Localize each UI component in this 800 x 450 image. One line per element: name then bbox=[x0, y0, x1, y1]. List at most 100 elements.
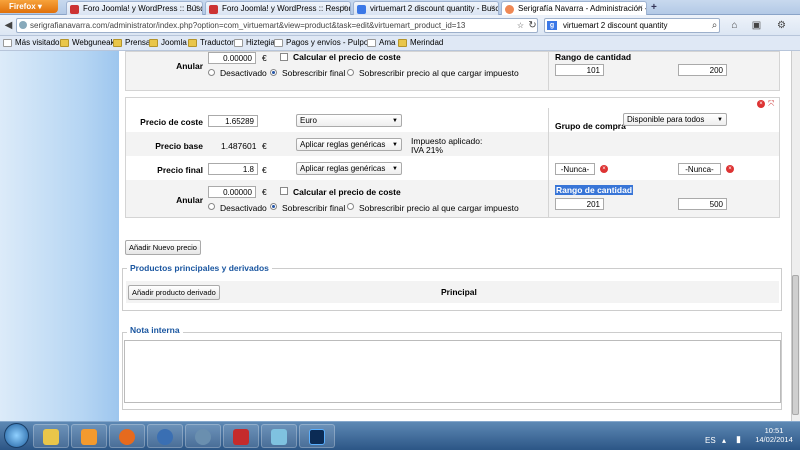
taskbar-photoshop[interactable] bbox=[299, 424, 335, 448]
start-button[interactable] bbox=[4, 423, 29, 448]
google-icon bbox=[357, 5, 366, 14]
chevron-down-icon: ▼ bbox=[392, 166, 398, 172]
buy-group-label: Grupo de compra bbox=[555, 121, 626, 131]
bookmark-webguneak[interactable]: Webguneak bbox=[60, 38, 115, 47]
override-label: Anular bbox=[176, 195, 203, 205]
home-icon[interactable]: ⌂ bbox=[728, 19, 741, 32]
network-icon[interactable]: ▮ bbox=[736, 434, 741, 445]
globe-icon bbox=[19, 21, 27, 29]
base-price-label: Precio base bbox=[155, 141, 203, 151]
close-icon[interactable]: × bbox=[342, 3, 347, 12]
tab-serigrafia-admin[interactable]: Serigrafía Navarra - Administración - ..… bbox=[501, 1, 647, 15]
calc-cost-checkbox[interactable] bbox=[280, 53, 288, 61]
language-indicator[interactable]: ES bbox=[705, 436, 716, 445]
radio-overwrite-tax-label: Sobrescribir precio al que cargar impues… bbox=[359, 203, 519, 213]
tray-up-icon[interactable]: ▴ bbox=[722, 436, 726, 445]
calc-cost-checkbox[interactable] bbox=[280, 187, 288, 195]
admin-left-panel bbox=[0, 51, 119, 421]
quantity-from-input[interactable]: 201 bbox=[555, 198, 604, 210]
quantity-to-input[interactable]: 200 bbox=[678, 64, 727, 76]
add-derived-product-button[interactable]: Añadir producto derivado bbox=[128, 285, 220, 300]
tab-google-search[interactable]: virtuemart 2 discount quantity - Busc...… bbox=[353, 1, 499, 15]
bookmark-joomla[interactable]: Joomla bbox=[149, 38, 187, 47]
bookmark-icon bbox=[3, 39, 12, 47]
page-icon bbox=[234, 39, 243, 47]
radio-disabled[interactable] bbox=[208, 69, 215, 76]
override-price-input[interactable]: 0.00000 bbox=[208, 186, 256, 198]
taskbar-thunderbird[interactable] bbox=[147, 424, 183, 448]
clock-date: 14/02/2014 bbox=[755, 435, 793, 444]
remove-price-icon[interactable]: × bbox=[757, 100, 765, 108]
date-from-input[interactable]: -Nunca- bbox=[555, 163, 595, 175]
folder-icon bbox=[113, 39, 122, 47]
bookmark-hiztegia[interactable]: Hiztegia bbox=[234, 38, 275, 47]
clock[interactable]: 10:51 14/02/2014 bbox=[754, 426, 794, 444]
reload-icon[interactable]: ↻ bbox=[526, 19, 539, 32]
search-icon[interactable]: ⌕ bbox=[708, 19, 721, 32]
final-price-input[interactable]: 1.8 bbox=[208, 163, 258, 175]
tab-foro-responder[interactable]: Foro Joomla! y WordPress :: Respond... × bbox=[205, 1, 351, 15]
add-price-button[interactable]: Añadir Nuevo precio bbox=[125, 240, 201, 255]
bookmarks-menu-icon[interactable]: ▣ bbox=[750, 19, 763, 32]
gear-icon[interactable]: ⚙ bbox=[775, 19, 788, 32]
cost-price-input[interactable]: 1.65289 bbox=[208, 115, 258, 127]
tax-applied-value: IVA 21% bbox=[411, 145, 443, 155]
folder-icon bbox=[43, 429, 59, 445]
bookmark-ama[interactable]: Ama bbox=[367, 38, 395, 47]
scrollbar-thumb[interactable] bbox=[792, 275, 799, 415]
taskbar-explorer[interactable] bbox=[33, 424, 69, 448]
radio-disabled[interactable] bbox=[208, 203, 215, 210]
bookmark-mas-visitados[interactable]: Más visitados bbox=[3, 38, 63, 47]
cost-price-label: Precio de coste bbox=[140, 117, 203, 127]
chevron-down-icon: ▼ bbox=[392, 142, 398, 148]
bookmark-pagos-envios[interactable]: Pagos y envíos - Pulpo... bbox=[274, 38, 375, 47]
rules-select-final[interactable]: Aplicar reglas genéricas ▼ bbox=[296, 162, 402, 175]
date-to-input[interactable]: -Nunca- bbox=[678, 163, 721, 175]
url-input[interactable]: serigrafianavarra.com/administrator/inde… bbox=[16, 18, 538, 33]
thunderbird-icon bbox=[157, 429, 173, 445]
bookmark-traductor[interactable]: Traductor bbox=[188, 38, 234, 47]
firefox-menu-button[interactable]: Firefox ▾ bbox=[0, 0, 58, 13]
tab-foro-busqueda[interactable]: Foro Joomla! y WordPress :: Búsqued... × bbox=[66, 1, 203, 15]
quantity-range-title: Rango de cantidad bbox=[555, 52, 632, 62]
taskbar-media-player[interactable] bbox=[71, 424, 107, 448]
taskbar-app-2[interactable] bbox=[261, 424, 297, 448]
radio-overwrite-final-label: Sobrescribir final bbox=[282, 203, 346, 213]
currency-symbol: € bbox=[262, 141, 267, 151]
taskbar-filezilla[interactable] bbox=[223, 424, 259, 448]
close-icon[interactable]: × bbox=[638, 3, 643, 12]
drag-price-icon[interactable]: ⤧ bbox=[768, 99, 774, 109]
taskbar-app[interactable] bbox=[185, 424, 221, 448]
radio-overwrite-final-label: Sobrescribir final bbox=[282, 68, 346, 78]
taskbar-firefox[interactable] bbox=[109, 424, 145, 448]
app-icon bbox=[271, 429, 287, 445]
radio-overwrite-final[interactable] bbox=[270, 203, 277, 210]
folder-icon bbox=[60, 39, 69, 47]
joomla-icon bbox=[505, 5, 514, 14]
principal-column-header: Principal bbox=[441, 287, 477, 297]
quantity-to-input[interactable]: 500 bbox=[678, 198, 727, 210]
quantity-from-input[interactable]: 101 bbox=[555, 64, 604, 76]
close-icon[interactable]: × bbox=[194, 3, 199, 12]
bookmark-prensa[interactable]: Prensa bbox=[113, 38, 150, 47]
back-icon[interactable]: ◀ bbox=[2, 19, 15, 32]
buy-group-select[interactable]: Disponible para todos ▼ bbox=[623, 113, 727, 126]
internal-note-textarea[interactable] bbox=[124, 340, 781, 403]
override-price-input[interactable]: 0.00000 bbox=[208, 52, 256, 64]
calc-cost-label: Calcular el precio de coste bbox=[293, 52, 401, 62]
radio-overwrite-final[interactable] bbox=[270, 69, 277, 76]
currency-select[interactable]: Euro ▼ bbox=[296, 114, 402, 127]
clear-date-icon[interactable]: × bbox=[600, 165, 608, 173]
new-tab-button[interactable]: + bbox=[651, 2, 657, 13]
rules-select[interactable]: Aplicar reglas genéricas ▼ bbox=[296, 138, 402, 151]
radio-overwrite-tax[interactable] bbox=[347, 69, 354, 76]
search-input[interactable]: g virtuemart 2 discount quantity bbox=[544, 18, 720, 33]
close-icon[interactable]: × bbox=[490, 3, 495, 12]
clear-date-icon[interactable]: × bbox=[726, 165, 734, 173]
calc-cost-label: Calcular el precio de coste bbox=[293, 187, 401, 197]
radio-overwrite-tax[interactable] bbox=[347, 203, 354, 210]
firefox-icon bbox=[119, 429, 135, 445]
currency-symbol: € bbox=[262, 165, 267, 175]
bookmark-merindad[interactable]: Merindad bbox=[398, 38, 443, 47]
base-price-value: 1.487601 bbox=[221, 141, 257, 151]
